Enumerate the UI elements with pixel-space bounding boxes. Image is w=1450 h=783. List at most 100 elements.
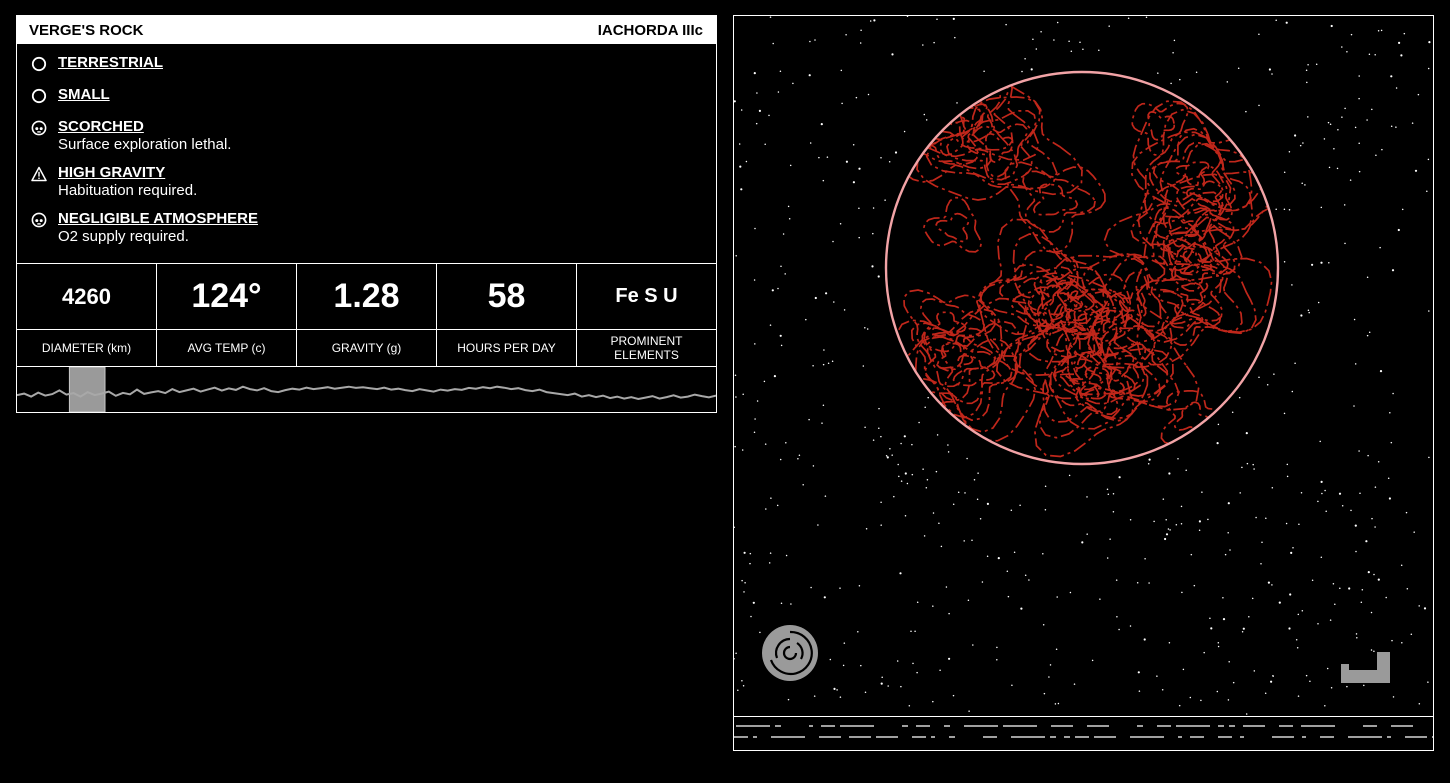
stat-value: 124° [157,264,296,330]
star [797,457,799,460]
star [1195,71,1198,74]
star [1325,510,1327,513]
star [1267,581,1270,584]
star [1283,208,1286,210]
navigation-dial-icon[interactable] [761,624,819,682]
star [1374,486,1377,488]
star [880,501,882,503]
star [1296,646,1299,649]
star [787,205,790,208]
star [896,660,899,662]
star [1355,550,1357,553]
star [952,503,955,506]
star [1379,370,1383,373]
star [808,74,811,77]
star [1175,524,1178,526]
star [1428,310,1430,312]
star [864,426,866,428]
star [855,96,858,99]
star [785,554,788,557]
star [1118,476,1121,479]
star [947,451,950,453]
star [785,442,787,444]
star [1392,696,1395,698]
trait-name[interactable]: TERRESTRIAL [58,54,163,72]
star [1315,63,1318,65]
star [833,301,835,303]
star [1344,242,1346,245]
star [1283,260,1286,263]
star [1368,53,1371,56]
star [843,642,846,644]
star [1081,541,1084,544]
star [840,69,843,72]
star [1333,148,1335,150]
star [1370,649,1373,651]
star [1366,119,1368,121]
star [1005,23,1007,26]
star [885,455,888,457]
star [1246,462,1249,465]
star [1401,642,1403,644]
star [1317,301,1320,304]
star [779,334,782,337]
star [739,165,742,168]
star [1193,584,1196,587]
star [740,109,743,111]
star [935,470,938,473]
star [996,646,998,649]
star [798,454,801,457]
star [805,318,807,321]
star [924,406,926,409]
star [817,524,819,526]
star [996,659,998,661]
star [845,33,847,36]
star [983,70,985,73]
star [1410,633,1413,635]
star [1320,206,1323,209]
star [866,328,869,330]
star [1301,610,1304,612]
star [864,691,867,693]
contour-line [985,132,1014,164]
star [872,439,875,441]
star [922,44,924,46]
star [1291,284,1293,286]
star [839,696,842,698]
star [773,375,776,378]
star [1112,493,1115,495]
contour-line [1144,108,1253,225]
star [1300,492,1303,494]
star [1069,591,1072,594]
star [769,324,772,326]
star [1294,362,1296,364]
star [997,557,1000,560]
star [1341,46,1343,48]
landing-zone-icon[interactable] [1341,652,1391,684]
elevation-selection-handle[interactable] [68,367,106,412]
star [1346,51,1348,53]
star [1217,641,1220,644]
star [1177,458,1179,460]
trait-name[interactable]: SCORCHED [58,118,144,136]
trait-name[interactable]: NEGLIGIBLE ATMOSPHERE [58,210,258,228]
star [939,669,941,671]
star [1317,500,1319,503]
star [1330,24,1333,28]
star [1091,659,1094,662]
star [1389,411,1391,414]
trait-name[interactable]: HIGH GRAVITY [58,164,165,182]
star [826,156,829,158]
star [1273,373,1275,375]
star [784,273,786,275]
star [1359,492,1361,494]
contour-line [1033,275,1096,329]
star [772,42,774,45]
planet-viewport[interactable] [733,15,1434,751]
star [891,53,894,56]
star [1049,664,1052,666]
elevation-profile[interactable] [17,367,716,412]
star [753,431,756,433]
trait-name[interactable]: SMALL [58,86,110,104]
star [1411,122,1414,124]
